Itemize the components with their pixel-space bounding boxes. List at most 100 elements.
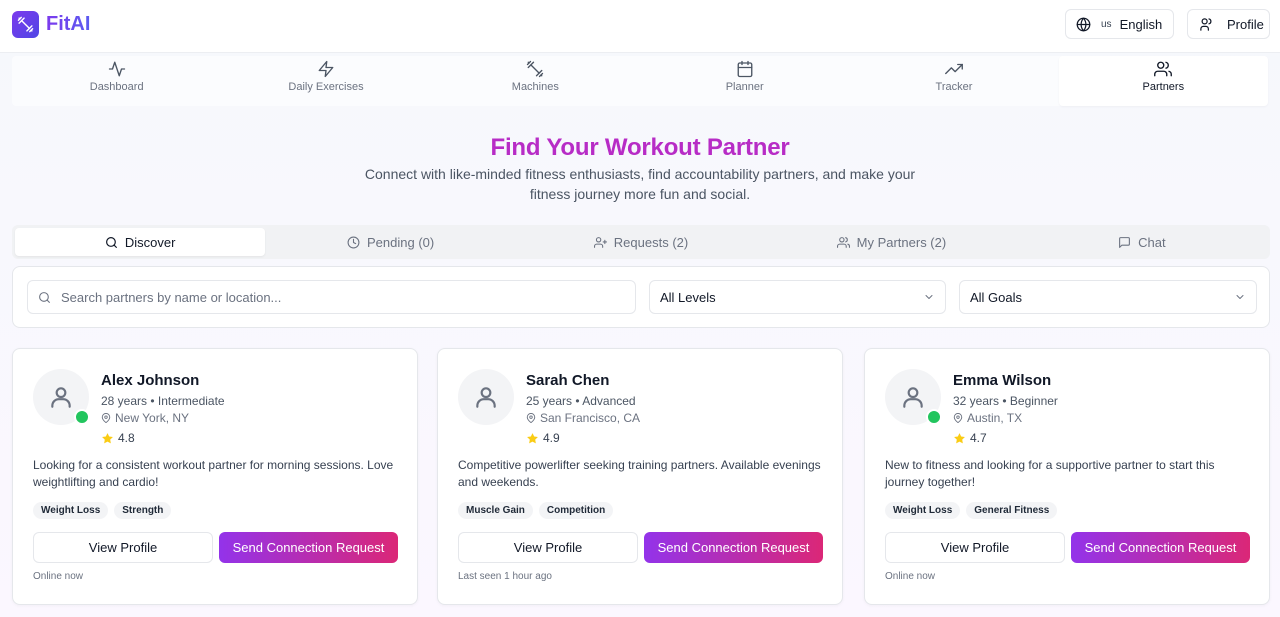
search-box	[27, 280, 636, 314]
level-select-value: All Levels	[660, 289, 716, 305]
partner-rating: 4.7	[953, 431, 987, 445]
goal-select-value: All Goals	[970, 289, 1023, 305]
online-indicator	[74, 409, 90, 425]
brand-logo-link[interactable]: FitAI	[12, 11, 90, 38]
profile-button[interactable]: Profile	[1187, 9, 1270, 39]
tab-requests[interactable]: Requests (2)	[516, 228, 766, 256]
partner-rating-value: 4.9	[543, 431, 560, 445]
goal-tag: General Fitness	[966, 502, 1058, 519]
filter-bar: All Levels All Goals	[12, 266, 1270, 328]
partner-location-text: New York, NY	[115, 411, 190, 425]
users-icon	[836, 236, 857, 249]
page-subtitle: Connect with like-minded fitness enthusi…	[364, 166, 916, 202]
app-name: FitAI	[46, 13, 91, 35]
tab-discover[interactable]: Discover	[15, 228, 266, 256]
partner-age-level: 28 years • Intermediate	[101, 394, 225, 408]
nav-machines-label: Machines	[511, 81, 559, 93]
activity-icon	[108, 60, 126, 78]
tab-discover-label: Discover	[124, 234, 176, 250]
partner-name: Sarah Chen	[526, 372, 610, 389]
trending-up-icon	[945, 60, 963, 78]
view-profile-button[interactable]: View Profile	[885, 532, 1065, 563]
partner-location: San Francisco, CA	[526, 411, 640, 425]
search-icon	[38, 291, 51, 304]
tab-chat[interactable]: Chat	[1017, 228, 1267, 256]
partner-card: Alex Johnson 28 years • Intermediate New…	[12, 348, 418, 605]
star-icon	[953, 432, 970, 445]
partner-tags: Weight Loss Strength	[33, 502, 177, 519]
map-pin-icon	[526, 413, 540, 423]
chevron-down-icon	[1234, 291, 1246, 303]
partner-tabs: Discover Pending (0) Requests (2) My Par…	[12, 225, 1270, 259]
dumbbell-logo-icon	[12, 11, 39, 38]
view-profile-button[interactable]: View Profile	[33, 532, 213, 563]
tab-requests-label: Requests (2)	[613, 234, 689, 250]
goal-tag: Weight Loss	[33, 502, 109, 519]
partner-age-level: 32 years • Beginner	[953, 394, 1058, 408]
partner-location: New York, NY	[101, 411, 189, 425]
partner-card: Sarah Chen 25 years • Advanced San Franc…	[437, 348, 843, 605]
nav-dashboard[interactable]: Dashboard	[12, 56, 221, 106]
goal-tag: Weight Loss	[885, 502, 961, 519]
nav-machines[interactable]: Machines	[431, 56, 640, 106]
language-selector[interactable]: us English	[1065, 9, 1174, 39]
nav-dashboard-label: Dashboard	[89, 81, 144, 93]
tab-my-partners-label: My Partners (2)	[856, 234, 947, 250]
online-indicator	[926, 409, 942, 425]
partner-bio: New to fitness and looking for a support…	[885, 458, 1215, 489]
page-title: Find Your Workout Partner	[490, 134, 790, 161]
send-connection-request-button[interactable]: Send Connection Request	[219, 532, 398, 563]
nav-daily-exercises[interactable]: Daily Exercises	[221, 56, 430, 106]
nav-partners-label: Partners	[1142, 81, 1185, 93]
search-icon	[105, 236, 125, 249]
partner-name: Emma Wilson	[953, 372, 1052, 389]
avatar	[458, 369, 514, 425]
view-profile-button[interactable]: View Profile	[458, 532, 638, 563]
tab-my-partners[interactable]: My Partners (2)	[766, 228, 1016, 256]
user-icon	[903, 387, 923, 408]
user-plus-icon	[593, 236, 614, 249]
nav-planner[interactable]: Planner	[640, 56, 849, 106]
partner-rating: 4.9	[526, 431, 560, 445]
nav-tracker[interactable]: Tracker	[849, 56, 1058, 106]
partner-bio: Competitive powerlifter seeking training…	[458, 458, 821, 489]
goal-select[interactable]: All Goals	[959, 280, 1257, 314]
search-input[interactable]	[61, 289, 601, 305]
tab-pending-label: Pending (0)	[367, 234, 435, 250]
star-icon	[526, 432, 543, 445]
calendar-icon	[736, 60, 754, 78]
send-connection-request-button[interactable]: Send Connection Request	[644, 532, 823, 563]
main-nav: Dashboard Daily Exercises Machines Plann…	[12, 56, 1268, 106]
partner-name: Alex Johnson	[101, 372, 200, 389]
partner-tags: Weight Loss General Fitness	[885, 502, 1063, 519]
language-label: English	[1119, 16, 1163, 32]
user-icon	[1199, 17, 1214, 32]
user-icon	[476, 387, 496, 408]
tab-chat-label: Chat	[1138, 234, 1166, 250]
message-icon	[1118, 236, 1138, 249]
tab-pending[interactable]: Pending (0)	[265, 228, 515, 256]
partner-status: Online now	[33, 571, 84, 582]
nav-partners[interactable]: Partners	[1058, 56, 1268, 106]
top-header: FitAI us English Profile	[0, 0, 1280, 53]
profile-label: Profile	[1227, 16, 1264, 32]
goal-tag: Strength	[114, 502, 172, 519]
star-icon	[101, 432, 118, 445]
partner-card: Emma Wilson 32 years • Beginner Austin, …	[864, 348, 1270, 605]
partner-location: Austin, TX	[953, 411, 1022, 425]
language-code: us	[1101, 18, 1112, 30]
partner-status: Online now	[885, 571, 936, 582]
send-connection-request-button[interactable]: Send Connection Request	[1071, 532, 1250, 563]
level-select[interactable]: All Levels	[649, 280, 946, 314]
globe-icon	[1076, 17, 1091, 32]
partner-status: Last seen 1 hour ago	[458, 571, 552, 582]
partner-rating-value: 4.8	[118, 431, 135, 445]
partner-rating: 4.8	[101, 431, 135, 445]
user-icon	[51, 387, 71, 408]
nav-tracker-label: Tracker	[935, 81, 973, 93]
nav-daily-exercises-label: Daily Exercises	[288, 81, 364, 93]
partner-age-level: 25 years • Advanced	[526, 394, 636, 408]
lightning-icon	[317, 60, 335, 78]
nav-planner-label: Planner	[725, 81, 764, 93]
partner-location-text: San Francisco, CA	[540, 411, 641, 425]
